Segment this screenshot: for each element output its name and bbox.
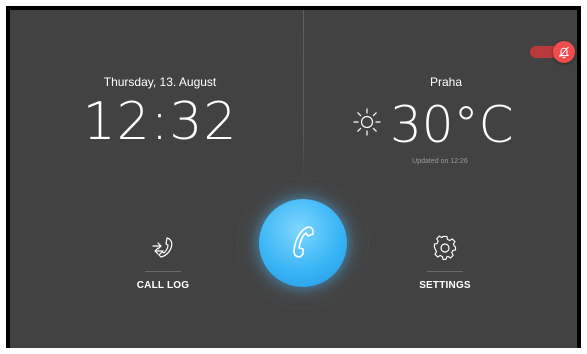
current-time: 12:32 xyxy=(82,92,238,152)
device-frame: Thursday, 13. August 12:32 Praha 30°C Up… xyxy=(6,6,581,348)
home-screen: Thursday, 13. August 12:32 Praha 30°C Up… xyxy=(10,10,577,348)
current-date: Thursday, 13. August xyxy=(103,75,217,89)
weather-widget: 30°C xyxy=(346,96,566,154)
settings-button[interactable]: SETTINGS xyxy=(400,235,490,291)
settings-separator xyxy=(427,271,463,272)
call-log-label: CALL LOG xyxy=(136,280,190,291)
call-button-ring xyxy=(238,178,368,308)
vertical-divider xyxy=(303,10,304,180)
weather-updated: Updated on 12:26 xyxy=(412,158,468,165)
call-button[interactable] xyxy=(259,199,347,287)
call-log-button[interactable]: CALL LOG xyxy=(118,235,208,291)
settings-label: SETTINGS xyxy=(419,280,471,291)
weather-city: Praha xyxy=(429,75,463,89)
gear-icon xyxy=(432,235,458,261)
call-log-separator xyxy=(145,271,181,272)
weather-temperature: 30°C xyxy=(390,96,514,154)
do-not-disturb-toggle[interactable] xyxy=(530,41,575,63)
toggle-knob xyxy=(553,41,575,63)
call-log-arrows-icon xyxy=(150,235,176,261)
sun-icon xyxy=(352,107,382,137)
